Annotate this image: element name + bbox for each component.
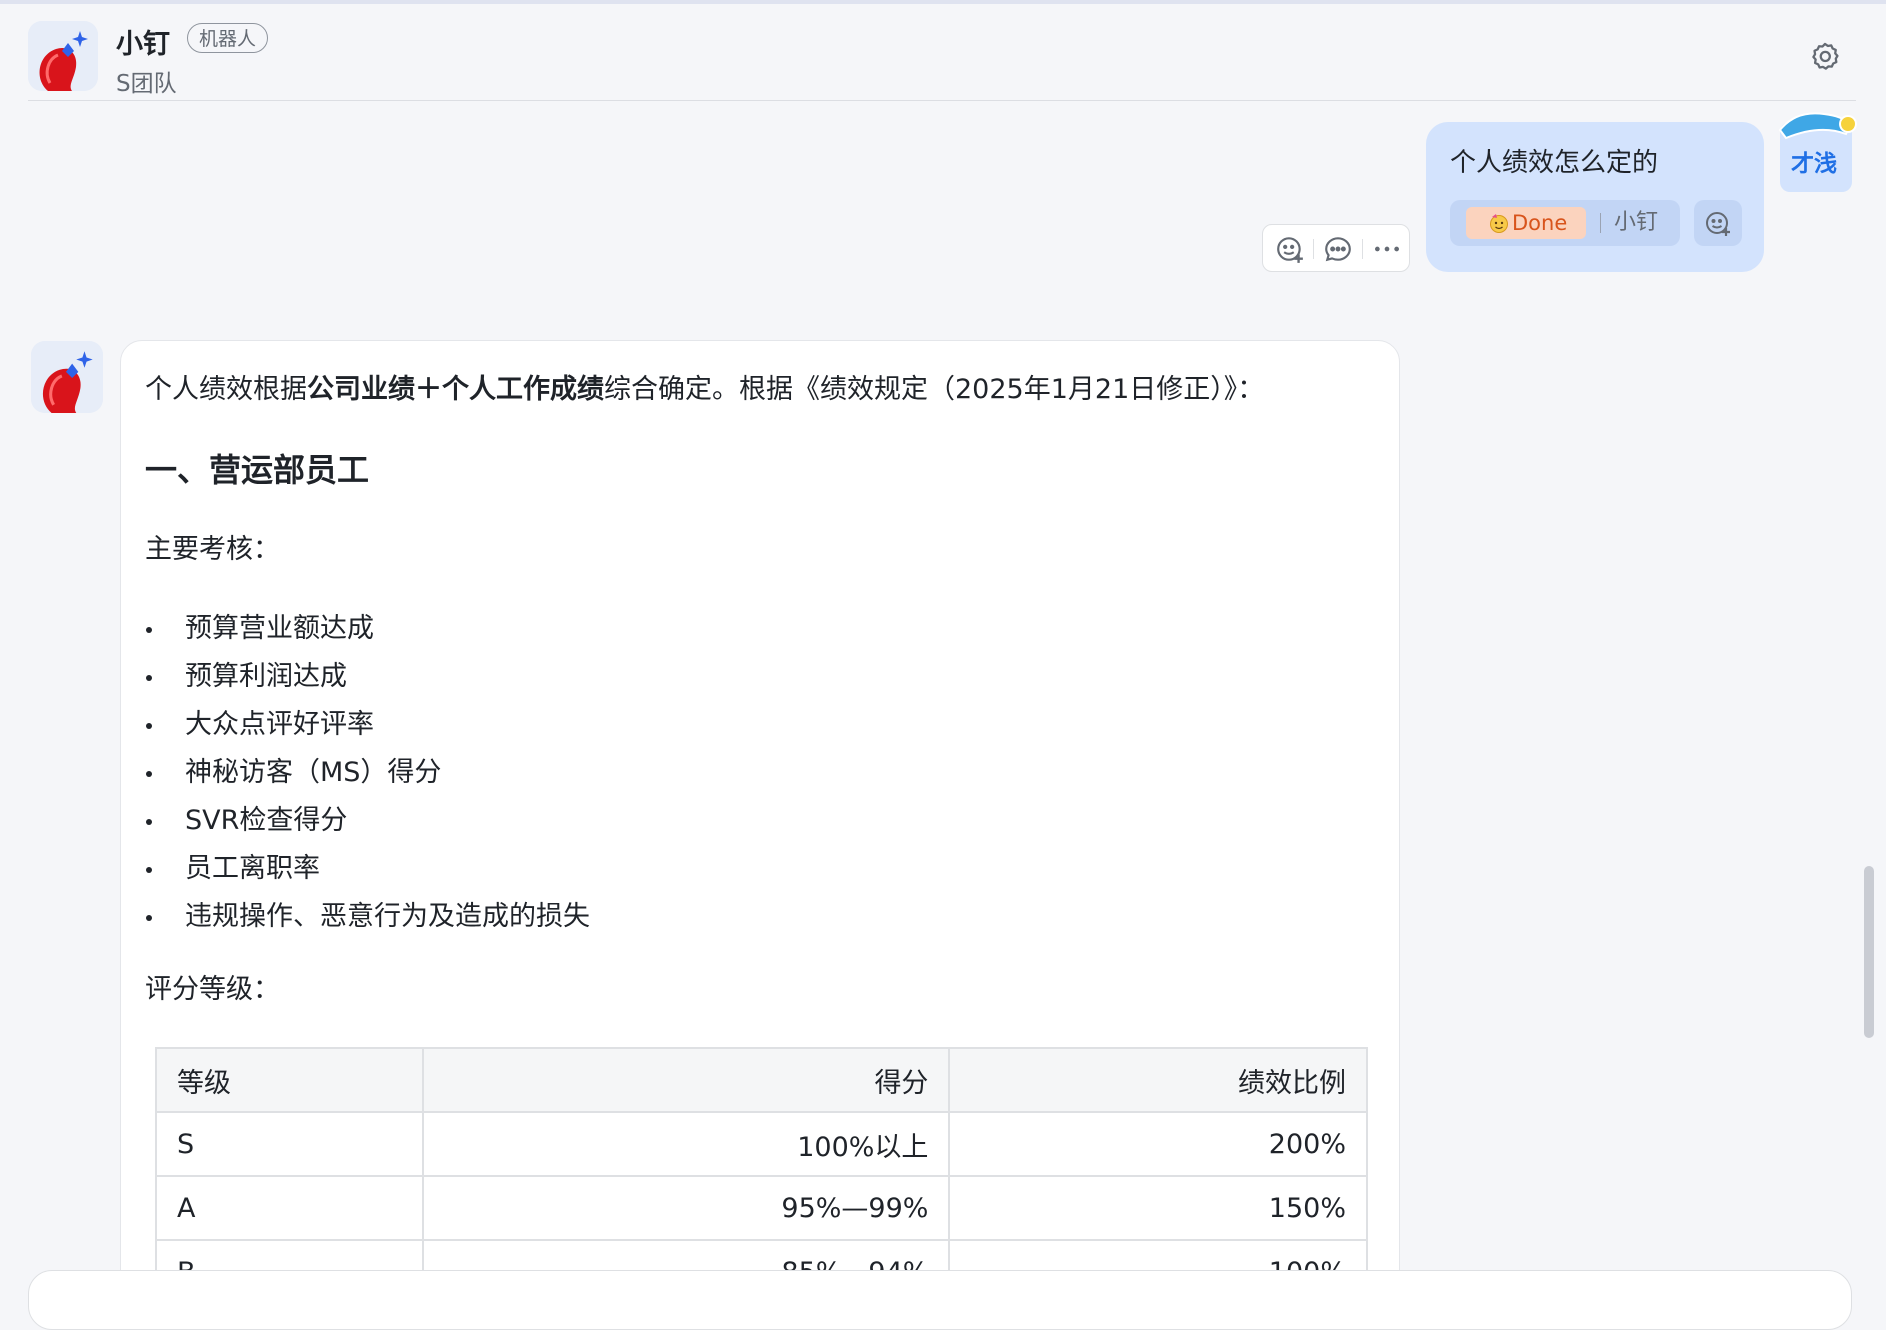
- add-reaction-button[interactable]: [1694, 200, 1742, 246]
- reaction-separator: [1600, 213, 1601, 233]
- user-avatar-label: 才浅: [1791, 151, 1837, 177]
- table-header-cell: 绩效比例: [948, 1047, 1368, 1113]
- list-item: 员工离职率: [145, 845, 590, 893]
- party-emoji-icon: [1490, 214, 1508, 233]
- reply-action[interactable]: [1323, 234, 1353, 264]
- table-cell: 100%以上: [422, 1111, 951, 1177]
- list-item: 预算利润达成: [145, 653, 590, 701]
- section-heading: 一、营运部员工: [145, 451, 370, 489]
- message-actions-toolbar: [1262, 224, 1410, 272]
- table-cell: 200%: [948, 1111, 1368, 1177]
- bot-intro-paragraph: 个人绩效根据公司业绩＋个人工作成绩综合确定。根据《绩效规定（2025年1月21日…: [145, 374, 1265, 405]
- list-item: 违规操作、恶意行为及造成的损失: [145, 893, 590, 941]
- table-header-cell: 等级: [154, 1047, 425, 1113]
- bot-badge: 机器人: [187, 23, 269, 53]
- bot-avatar-icon[interactable]: [28, 21, 98, 91]
- table-header-row: 等级 得分 绩效比例: [154, 1047, 1368, 1113]
- table-header-cell: 得分: [422, 1047, 951, 1113]
- criteria-list: 预算营业额达成 预算利润达成 大众点评好评率 神秘访客（MS）得分 SVR检查得…: [145, 605, 590, 941]
- grading-label: 评分等级：: [145, 974, 280, 1005]
- user-message-text: 个人绩效怎么定的: [1450, 148, 1659, 178]
- table-cell: 95%—99%: [422, 1175, 951, 1241]
- list-item: SVR检查得分: [145, 797, 590, 845]
- chat-title: 小钉: [116, 29, 170, 60]
- list-item: 预算营业额达成: [145, 605, 590, 653]
- list-item: 大众点评好评率: [145, 701, 590, 749]
- header-divider: [28, 100, 1856, 101]
- chat-scrollbar[interactable]: [1864, 866, 1874, 1038]
- table-cell: 150%: [948, 1175, 1368, 1241]
- chat-subtitle[interactable]: S团队: [116, 64, 177, 98]
- chat-header: 小钉 机器人 S团队: [0, 4, 1886, 100]
- add-reaction-icon: [1706, 212, 1730, 236]
- action-separator: [1362, 239, 1363, 259]
- add-reaction-action[interactable]: [1275, 234, 1305, 264]
- criteria-label: 主要考核：: [145, 534, 280, 565]
- comment-icon: [1325, 237, 1351, 262]
- table-cell: A: [154, 1175, 425, 1241]
- bot-message-card[interactable]: 个人绩效根据公司业绩＋个人工作成绩综合确定。根据《绩效规定（2025年1月21日…: [120, 340, 1400, 1330]
- list-item: 神秘访客（MS）得分: [145, 749, 590, 797]
- table-row: S 100%以上 200%: [154, 1111, 1368, 1177]
- avatar-decoration-icon: [1778, 112, 1857, 140]
- bot-avatar-icon[interactable]: [31, 341, 103, 413]
- grade-table: 等级 得分 绩效比例 S 100%以上 200% A 95%—99% 150% …: [154, 1047, 1368, 1305]
- done-reaction-tag[interactable]: Done: [1466, 207, 1586, 239]
- done-reaction-label: Done: [1512, 211, 1568, 235]
- more-action[interactable]: [1372, 234, 1402, 264]
- emoji-icon: [1277, 237, 1303, 263]
- message-composer[interactable]: [28, 1270, 1852, 1330]
- more-icon: [1375, 246, 1399, 252]
- bot-intro-bold: 公司业绩＋个人工作成绩: [307, 374, 604, 405]
- gear-icon[interactable]: [1808, 40, 1842, 74]
- reaction-pill[interactable]: Done 小钉: [1450, 200, 1680, 246]
- user-message-bubble[interactable]: 个人绩效怎么定的 Done 小钉: [1426, 122, 1764, 272]
- action-separator: [1313, 239, 1314, 259]
- reaction-by: 小钉: [1614, 210, 1659, 235]
- table-cell: S: [154, 1111, 425, 1177]
- table-row: A 95%—99% 150%: [154, 1175, 1368, 1241]
